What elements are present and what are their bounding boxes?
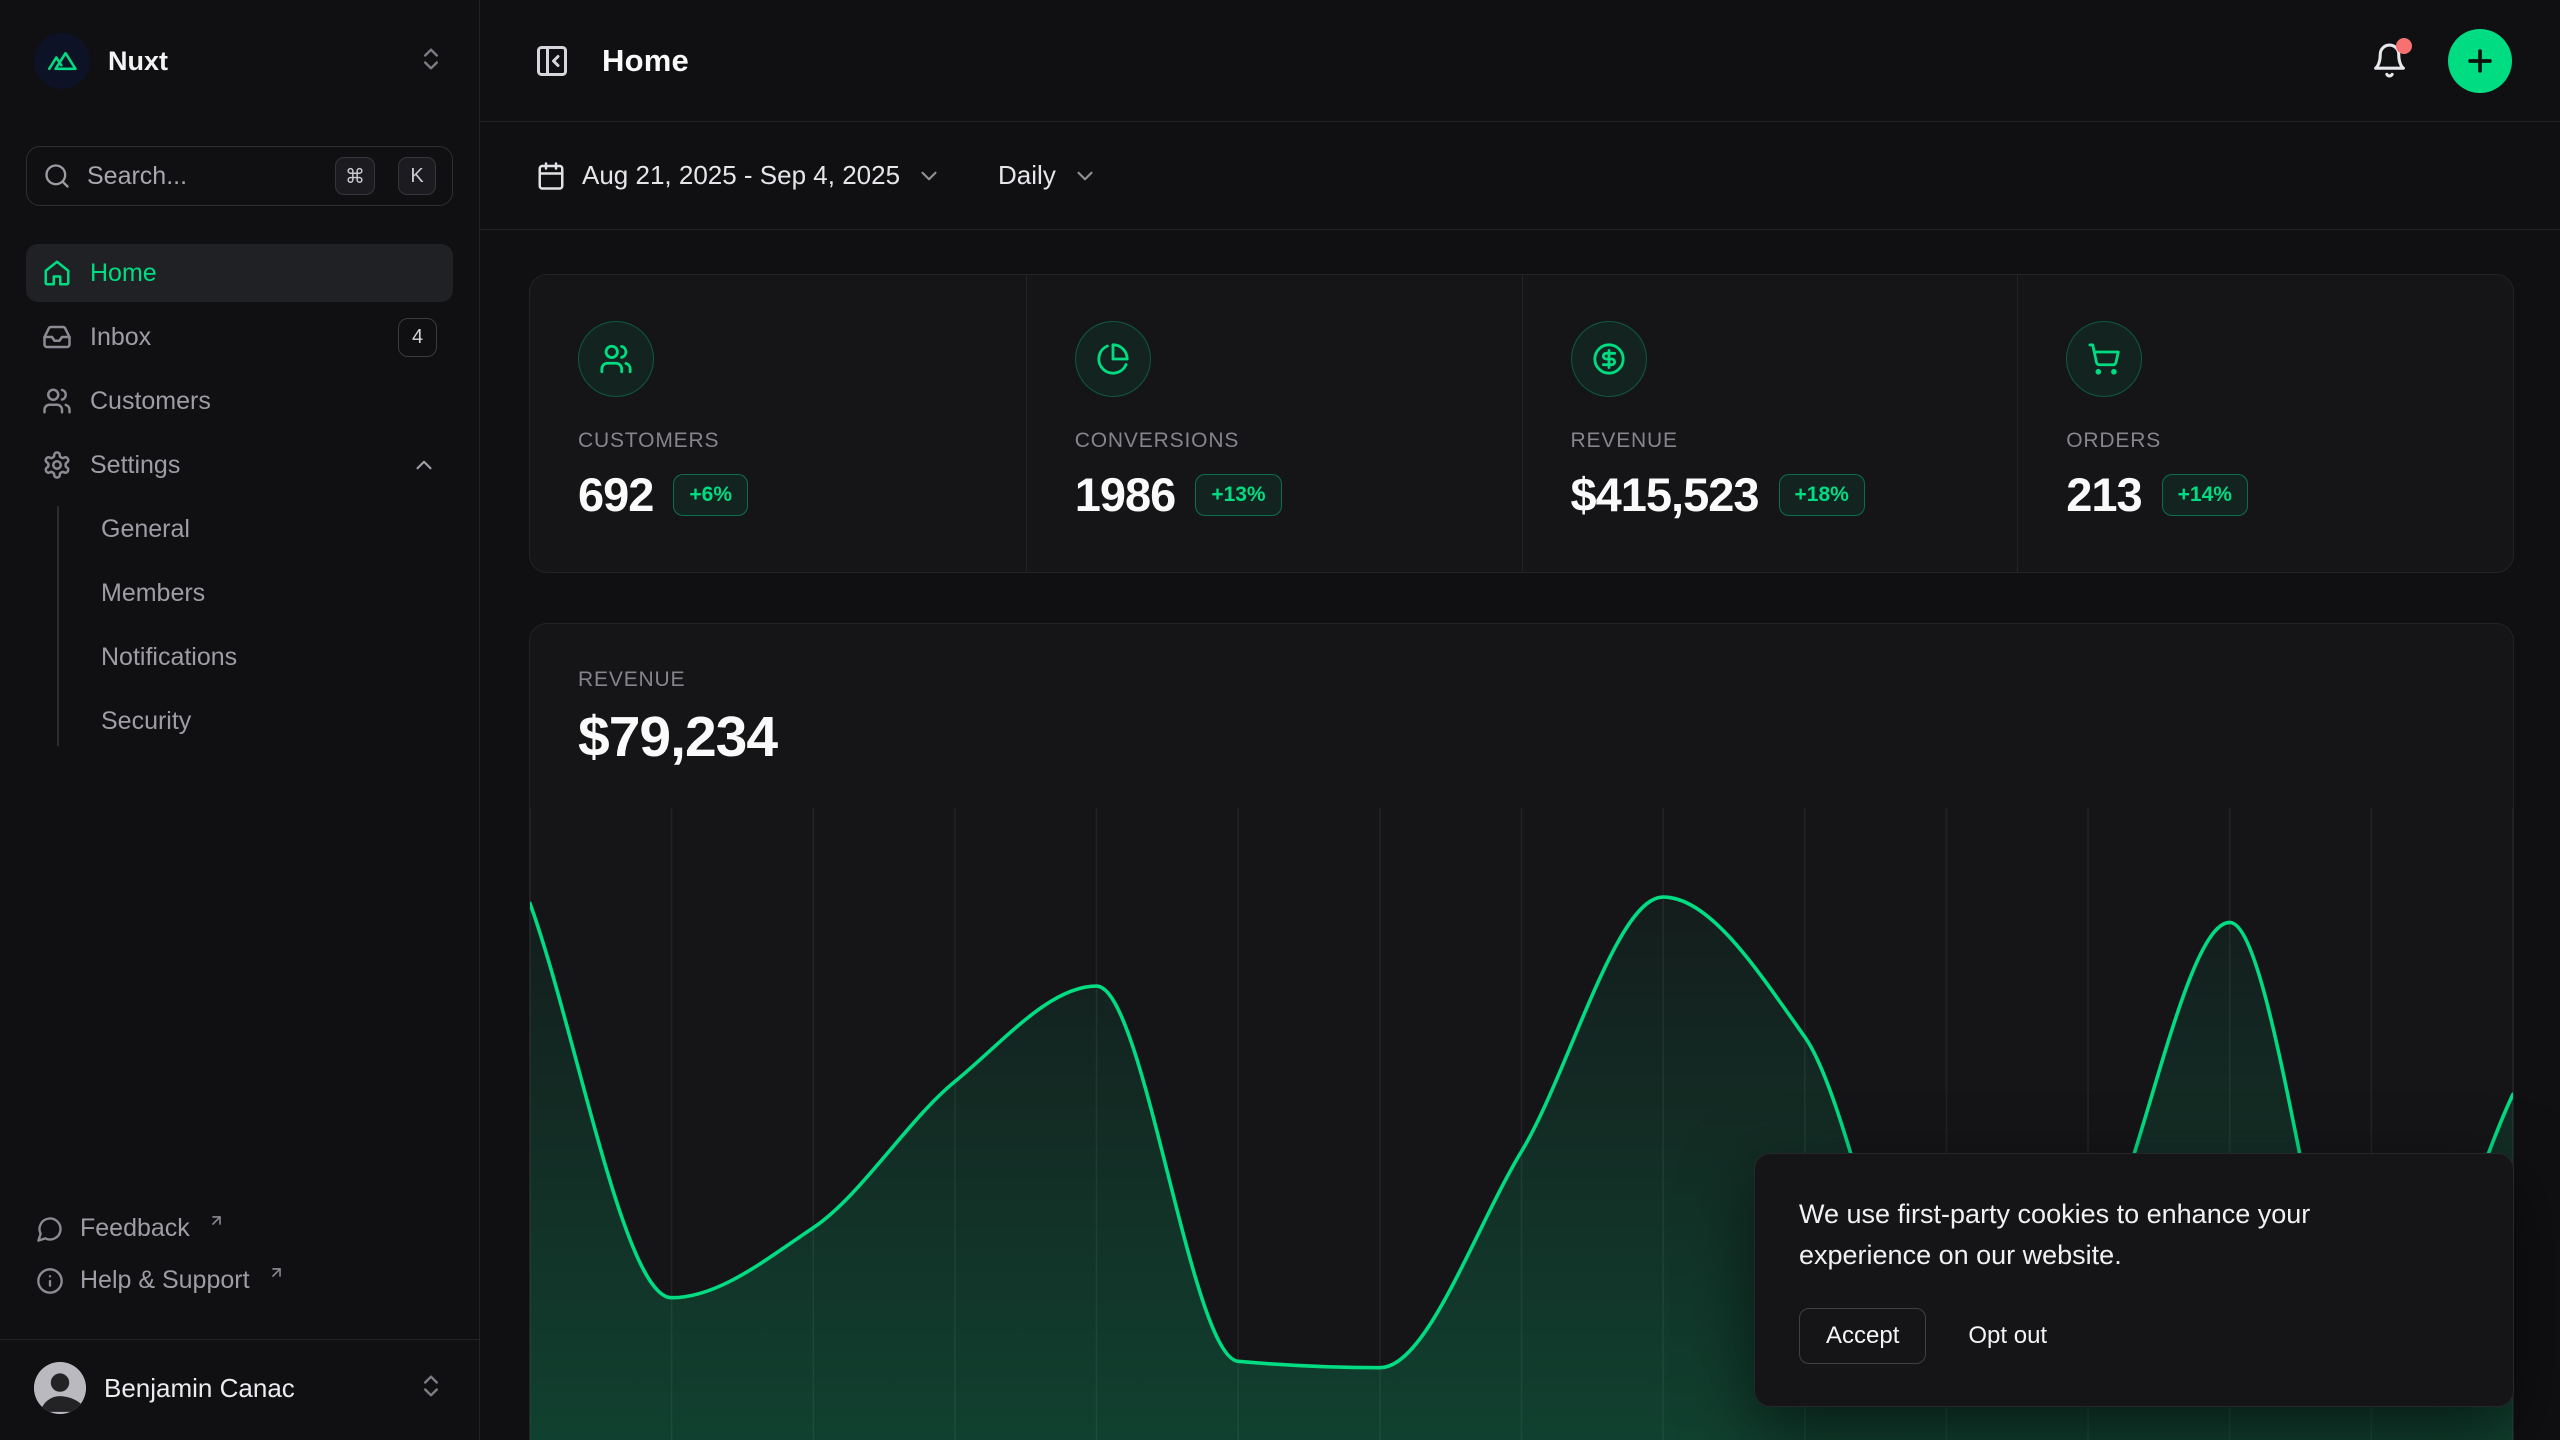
users-icon: [42, 386, 72, 416]
stat-value: 213: [2066, 467, 2141, 522]
stat-customers[interactable]: CUSTOMERS 692 +6%: [530, 275, 1026, 572]
home-icon: [42, 258, 72, 288]
header-actions: [2367, 29, 2512, 93]
stat-delta-badge: +13%: [1195, 474, 1281, 516]
cart-icon: [2066, 321, 2142, 397]
interval-label: Daily: [998, 160, 1056, 191]
sub-item-label: General: [101, 515, 190, 544]
chevrons-up-down-icon: [417, 45, 445, 78]
stat-value: $415,523: [1571, 467, 1759, 522]
sidebar-item-inbox[interactable]: Inbox 4: [26, 308, 453, 366]
page-title: Home: [602, 43, 689, 79]
panel-left-close-icon: [534, 43, 570, 79]
help-support-link[interactable]: Help & Support: [26, 1255, 453, 1307]
sidebar-item-label: Customers: [90, 387, 211, 416]
revenue-chart-header: REVENUE $79,234: [530, 624, 2513, 770]
app-window: Nuxt Search... ⌘ K Home: [0, 0, 2560, 1440]
sub-item-label: Security: [101, 707, 191, 736]
dollar-circle-icon: [1571, 321, 1647, 397]
kbd-k: K: [398, 157, 436, 195]
sidebar-item-notifications[interactable]: Notifications: [57, 628, 453, 686]
stat-delta-badge: +18%: [1779, 474, 1865, 516]
sidebar-item-home[interactable]: Home: [26, 244, 453, 302]
date-range-picker[interactable]: Aug 21, 2025 - Sep 4, 2025: [520, 146, 958, 205]
notifications-button[interactable]: [2367, 38, 2412, 83]
stat-conversions[interactable]: CONVERSIONS 1986 +13%: [1026, 275, 1522, 572]
external-link-icon: [208, 1212, 225, 1229]
inbox-icon: [42, 322, 72, 352]
page-header: Home: [480, 0, 2560, 122]
gear-icon: [42, 450, 72, 480]
calendar-icon: [536, 161, 566, 191]
avatar: [34, 1362, 86, 1414]
cookie-accept-button[interactable]: Accept: [1799, 1308, 1926, 1364]
search-input[interactable]: Search... ⌘ K: [26, 146, 453, 206]
date-range-label: Aug 21, 2025 - Sep 4, 2025: [582, 160, 900, 191]
stat-label: CUSTOMERS: [578, 429, 978, 453]
feedback-label: Feedback: [80, 1214, 190, 1243]
sidebar-item-general[interactable]: General: [57, 500, 453, 558]
sidebar-collapse-button[interactable]: [528, 37, 576, 85]
sidebar-spacer: [26, 756, 453, 1203]
chat-bubble-icon: [36, 1215, 64, 1243]
workspace-name: Nuxt: [108, 46, 399, 77]
notification-dot: [2396, 38, 2412, 54]
chevron-down-icon: [1072, 163, 1098, 189]
sub-item-label: Members: [101, 579, 205, 608]
stat-delta-badge: +6%: [673, 474, 748, 516]
sidebar-item-label: Settings: [90, 451, 180, 480]
cookie-optout-button[interactable]: Opt out: [1962, 1309, 2053, 1363]
stat-value: 1986: [1075, 467, 1176, 522]
sidebar-item-members[interactable]: Members: [57, 564, 453, 622]
workspace-selector[interactable]: Nuxt: [26, 32, 453, 90]
plus-icon: [2463, 44, 2497, 78]
stat-label: CONVERSIONS: [1075, 429, 1474, 453]
search-placeholder: Search...: [87, 162, 312, 191]
kbd-cmd: ⌘: [335, 157, 375, 195]
cookie-actions: Accept Opt out: [1799, 1308, 2469, 1364]
stat-label: REVENUE: [1571, 429, 1970, 453]
help-support-label: Help & Support: [80, 1266, 250, 1295]
sidebar-item-settings[interactable]: Settings: [26, 436, 453, 494]
external-link-icon: [268, 1264, 285, 1281]
add-button[interactable]: [2448, 29, 2512, 93]
sidebar-item-customers[interactable]: Customers: [26, 372, 453, 430]
sidebar-footer: Feedback Help & Support: [26, 1203, 453, 1325]
stats-summary: CUSTOMERS 692 +6% CONVERSIONS 1986 +13%: [529, 274, 2514, 573]
user-name: Benjamin Canac: [104, 1373, 399, 1404]
stat-delta-badge: +14%: [2162, 474, 2248, 516]
search-icon: [43, 162, 71, 190]
revenue-chart-value: $79,234: [578, 704, 2465, 770]
chevron-down-icon: [916, 163, 942, 189]
chevron-up-icon: [411, 452, 437, 478]
info-circle-icon: [36, 1267, 64, 1295]
settings-sub-nav: General Members Notifications Security: [57, 500, 453, 756]
sidebar-item-security[interactable]: Security: [57, 692, 453, 750]
sidebar-item-label: Home: [90, 259, 157, 288]
feedback-link[interactable]: Feedback: [26, 1203, 453, 1255]
inbox-count-badge: 4: [398, 318, 437, 357]
cookie-message: We use first-party cookies to enhance yo…: [1799, 1194, 2439, 1276]
sidebar-item-label: Inbox: [90, 323, 151, 352]
chevrons-up-down-icon: [417, 1372, 445, 1405]
nuxt-logo-icon: [34, 33, 90, 89]
filters-toolbar: Aug 21, 2025 - Sep 4, 2025 Daily: [480, 122, 2560, 230]
stat-orders[interactable]: ORDERS 213 +14%: [2017, 275, 2513, 572]
stat-revenue[interactable]: REVENUE $415,523 +18%: [1522, 275, 2018, 572]
stat-label: ORDERS: [2066, 429, 2465, 453]
sidebar: Nuxt Search... ⌘ K Home: [0, 0, 480, 1440]
cookie-banner: We use first-party cookies to enhance yo…: [1754, 1153, 2514, 1407]
users-icon: [578, 321, 654, 397]
sidebar-nav: Home Inbox 4 Customers Settings: [26, 244, 453, 756]
sub-item-label: Notifications: [101, 643, 237, 672]
stat-value: 692: [578, 467, 653, 522]
interval-select[interactable]: Daily: [982, 146, 1114, 205]
pie-chart-icon: [1075, 321, 1151, 397]
revenue-chart-label: REVENUE: [578, 668, 2465, 692]
main-area: Home Aug 21, 2: [480, 0, 2560, 1440]
user-menu[interactable]: Benjamin Canac: [26, 1340, 453, 1440]
